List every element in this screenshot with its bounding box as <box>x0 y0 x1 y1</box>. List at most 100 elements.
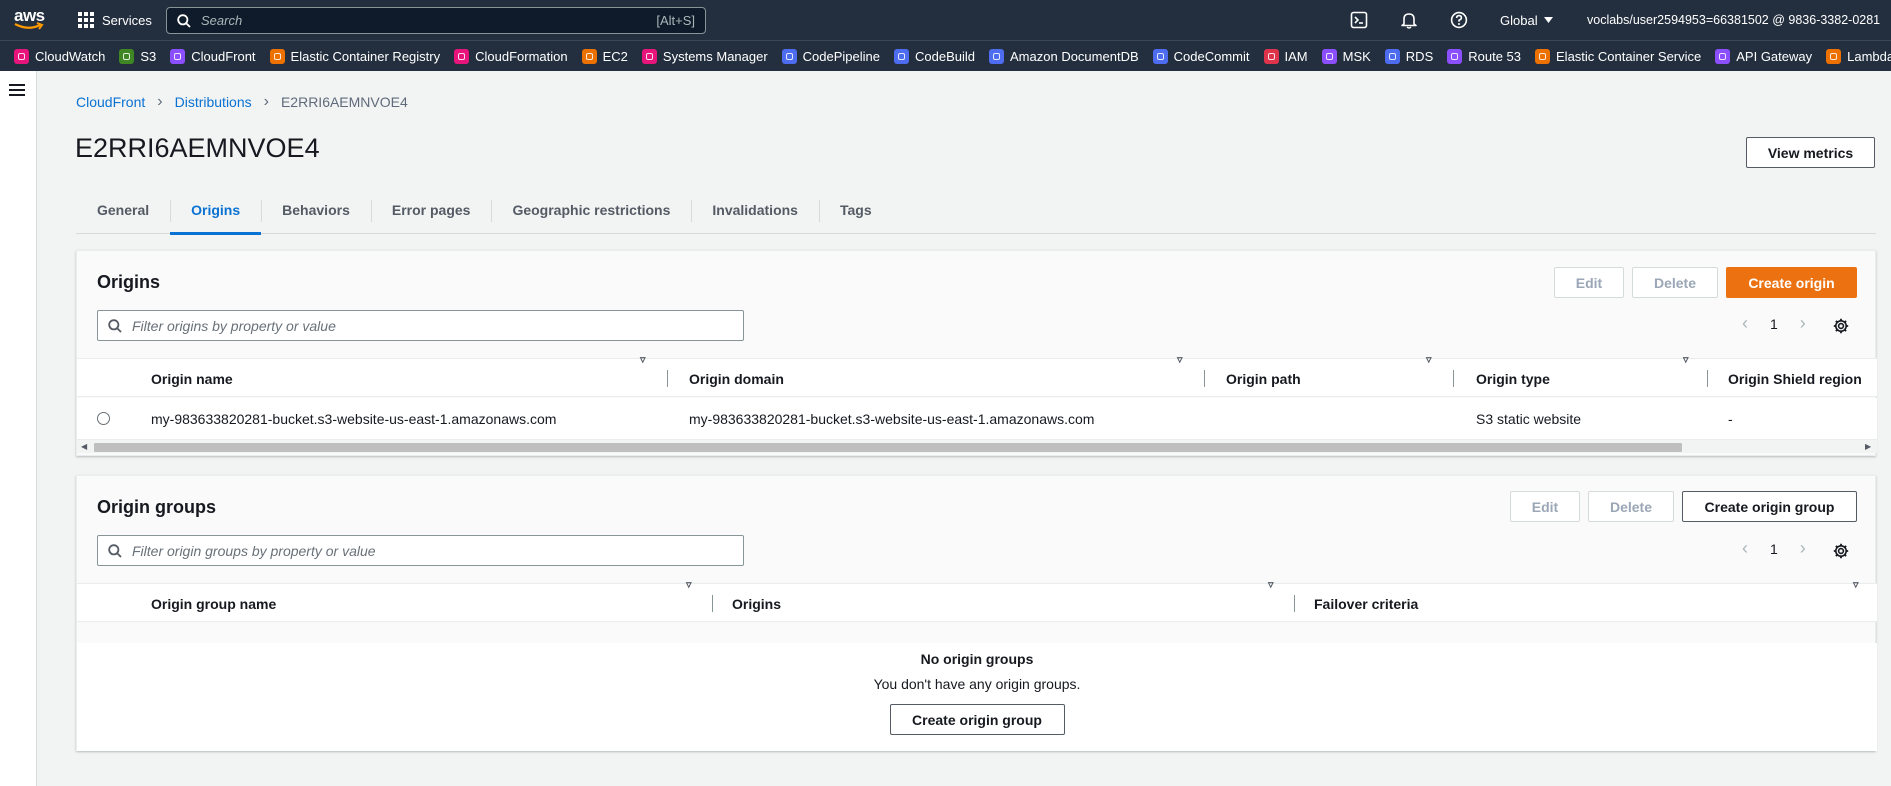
breadcrumb-cloudfront-link[interactable]: CloudFront <box>76 94 145 110</box>
column-label: Origin path <box>1226 370 1301 387</box>
favorite-iam[interactable]: IAM <box>1263 48 1308 64</box>
help-icon[interactable] <box>1450 11 1468 29</box>
gear-icon[interactable] <box>1833 318 1849 334</box>
table-row[interactable]: my-983633820281-bucket.s3-website-us-eas… <box>77 398 1877 439</box>
origins-delete-button[interactable]: Delete <box>1632 267 1718 298</box>
column-failover-criteria[interactable]: Failover criteria <box>1314 584 1418 623</box>
favorite-label: CodePipeline <box>802 48 881 64</box>
origins-table-header: Origin name ▿ Origin domain ▿ Origin pat… <box>77 354 1877 398</box>
favorite-label: Elastic Container Registry <box>290 48 441 64</box>
cloudshell-icon[interactable] <box>1350 11 1368 29</box>
aws-logo[interactable]: aws <box>14 7 46 33</box>
origin-groups-delete-button[interactable]: Delete <box>1588 491 1674 522</box>
favorite-ec2[interactable]: EC2 <box>581 48 628 64</box>
tab-behaviors[interactable]: Behaviors <box>261 186 371 234</box>
column-divider <box>1453 370 1454 387</box>
favorite-cloudwatch[interactable]: CloudWatch <box>14 48 105 64</box>
favorite-elastic-container-registry[interactable]: Elastic Container Registry <box>269 48 441 64</box>
row-select-radio[interactable] <box>97 412 110 425</box>
create-origin-button[interactable]: Create origin <box>1726 267 1857 298</box>
favorite-label: EC2 <box>602 48 628 64</box>
column-divider <box>667 370 668 387</box>
origins-edit-button[interactable]: Edit <box>1554 267 1624 298</box>
services-menu[interactable]: Services <box>78 0 152 40</box>
scrollbar-thumb[interactable] <box>94 443 1682 452</box>
column-origins[interactable]: Origins <box>732 584 781 623</box>
tab-general[interactable]: General <box>76 186 170 234</box>
search-icon <box>108 543 122 558</box>
gear-icon[interactable] <box>1833 543 1849 559</box>
origin-groups-filter-input[interactable]: Filter origin groups by property or valu… <box>97 535 744 566</box>
breadcrumb-current: E2RRI6AEMNVOE4 <box>280 94 408 110</box>
favorite-elastic-container-service[interactable]: Elastic Container Service <box>1535 48 1701 64</box>
favorite-amazon-documentdb[interactable]: Amazon DocumentDB <box>989 48 1139 64</box>
origins-page-number[interactable]: 1 <box>1770 316 1778 332</box>
create-origin-group-button[interactable]: Create origin group <box>1682 491 1857 522</box>
origin-shield-region-cell: - <box>1728 410 1733 427</box>
column-label: Origin name <box>151 370 233 387</box>
chevron-right-icon: › <box>263 93 269 110</box>
notifications-bell-icon[interactable] <box>1400 11 1418 29</box>
favorite-api-gateway[interactable]: API Gateway <box>1715 48 1813 64</box>
top-navigation: aws Services Search [Alt+S] Global vocla… <box>0 0 1891 40</box>
tab-tags[interactable]: Tags <box>818 186 893 234</box>
tab-origins[interactable]: Origins <box>170 186 262 235</box>
column-origin-domain[interactable]: Origin domain <box>689 359 784 398</box>
column-origin-type[interactable]: Origin type <box>1476 359 1550 398</box>
chevron-right-icon: › <box>157 93 163 110</box>
cloudwatch-service-icon <box>14 48 29 64</box>
favorite-s3[interactable]: S3 <box>119 48 156 64</box>
origins-filter-input[interactable]: Filter origins by property or value <box>97 310 744 341</box>
breadcrumb-distributions-link[interactable]: Distributions <box>175 94 252 110</box>
favorite-codebuild[interactable]: CodeBuild <box>894 48 975 64</box>
previous-page-icon[interactable]: ‹ <box>1742 313 1748 334</box>
rds-service-icon <box>1384 48 1400 64</box>
column-origin-name[interactable]: Origin name <box>151 359 233 398</box>
favorite-cloudformation[interactable]: CloudFormation <box>454 48 568 64</box>
column-origin-path[interactable]: Origin path <box>1226 359 1301 398</box>
favorite-label: CloudFormation <box>475 48 568 64</box>
scroll-right-icon[interactable]: ▶ <box>1865 440 1871 454</box>
view-metrics-button[interactable]: View metrics <box>1746 137 1875 168</box>
next-page-icon[interactable]: › <box>1800 313 1806 334</box>
previous-page-icon[interactable]: ‹ <box>1742 538 1748 559</box>
origins-filter-placeholder: Filter origins by property or value <box>132 317 336 334</box>
column-origin-shield-region[interactable]: Origin Shield region <box>1728 359 1862 398</box>
elastic-container-registry-service-icon <box>269 48 285 64</box>
favorite-cloudfront[interactable]: CloudFront <box>170 48 256 64</box>
favorite-codepipeline[interactable]: CodePipeline <box>781 48 881 64</box>
empty-state-create-origin-group-button[interactable]: Create origin group <box>889 704 1065 735</box>
menu-hamburger-icon[interactable] <box>9 84 25 96</box>
origin-groups-edit-button[interactable]: Edit <box>1510 491 1580 522</box>
iam-service-icon <box>1263 48 1279 64</box>
side-navigation-rail <box>0 71 37 786</box>
tab-invalidations[interactable]: Invalidations <box>691 186 819 234</box>
favorite-label: Systems Manager <box>662 48 768 64</box>
favorite-route-53[interactable]: Route 53 <box>1447 48 1522 64</box>
favorite-label: API Gateway <box>1736 48 1813 64</box>
origin-groups-heading: Origin groups <box>97 497 216 517</box>
column-origin-group-name[interactable]: Origin group name <box>151 584 276 623</box>
favorite-rds[interactable]: RDS <box>1384 48 1433 64</box>
s3-service-icon <box>119 48 135 64</box>
tab-geographic-restrictions[interactable]: Geographic restrictions <box>491 186 691 234</box>
favorite-systems-manager[interactable]: Systems Manager <box>641 48 768 64</box>
favorite-label: Route 53 <box>1468 48 1522 64</box>
horizontal-scrollbar[interactable]: ◀ ▶ <box>77 439 1877 453</box>
next-page-icon[interactable]: › <box>1800 538 1806 559</box>
region-selector[interactable]: Global <box>1500 0 1553 40</box>
favorite-lambda[interactable]: Lambda <box>1826 48 1891 64</box>
origins-heading: Origins <box>97 272 161 292</box>
favorite-label: CodeCommit <box>1173 48 1250 64</box>
scroll-left-icon[interactable]: ◀ <box>81 440 87 454</box>
favorite-msk[interactable]: MSK <box>1321 48 1371 64</box>
column-label: Origin Shield region <box>1728 370 1862 387</box>
aws-smile-icon <box>14 22 44 30</box>
search-input[interactable]: Search [Alt+S] <box>166 7 706 34</box>
account-menu[interactable]: voclabs/user2594953=66381502 @ 9836-3382… <box>1587 0 1880 40</box>
favorite-codecommit[interactable]: CodeCommit <box>1152 48 1250 64</box>
tab-error-pages[interactable]: Error pages <box>370 186 492 234</box>
origin-groups-filter-placeholder: Filter origin groups by property or valu… <box>132 542 376 559</box>
empty-state-subtitle: You don't have any origin groups. <box>873 676 1081 692</box>
origin-groups-page-number[interactable]: 1 <box>1770 541 1778 557</box>
